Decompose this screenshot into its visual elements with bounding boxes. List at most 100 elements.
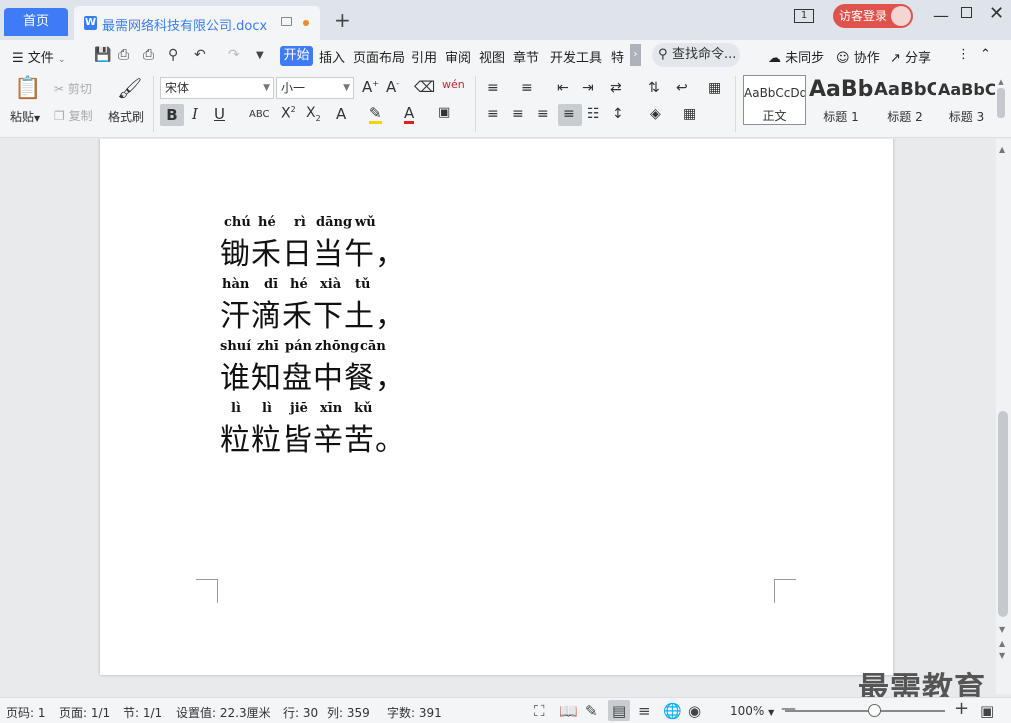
phonetic-guide-icon[interactable]: wén [442, 78, 465, 91]
status-row[interactable]: 行: 30 [283, 704, 318, 721]
clear-format-icon[interactable]: ⌫ [414, 78, 435, 96]
style-heading-1[interactable]: AaBb 标题 1 [809, 75, 873, 125]
status-page-code[interactable]: 页码: 1 [6, 704, 46, 721]
format-painter-icon[interactable]: 🖌 [117, 76, 142, 100]
share-button[interactable]: ↗ 分享 [890, 47, 931, 66]
paste-button[interactable]: 粘贴▼ [10, 108, 40, 125]
sort-icon[interactable]: ⇅ [648, 80, 660, 96]
borders-icon[interactable]: ▦ [683, 106, 696, 122]
zoom-out-icon[interactable]: — [781, 699, 796, 717]
char-border-button[interactable]: ▣ [438, 105, 450, 120]
style-heading-3[interactable]: AaBbC 标题 3 [938, 75, 995, 125]
vertical-scrollbar[interactable]: ▲ ▼ ▲ ▼ [996, 139, 1011, 694]
scroll-thumb[interactable] [998, 411, 1008, 617]
align-left-icon[interactable]: ≡ [487, 106, 499, 122]
visitor-login-button[interactable]: 访客登录 [833, 4, 913, 28]
window-count-badge[interactable]: 1 [794, 9, 814, 23]
text-effect-button[interactable]: A [336, 105, 346, 123]
bullet-list-icon[interactable]: ≡ [487, 80, 499, 96]
increase-indent-icon[interactable]: ⇥ [582, 80, 594, 96]
edit-mode-icon[interactable]: ✎ [585, 702, 598, 720]
tab-home[interactable]: 首页 [4, 8, 68, 36]
font-name-select[interactable]: 宋体 ▼ [160, 77, 274, 99]
styles-scroll[interactable]: ▲ [996, 78, 1006, 130]
line-spacing-icon[interactable]: ↕ [612, 106, 624, 122]
style-heading-2[interactable]: AaBbC 标题 2 [874, 75, 936, 125]
style-normal[interactable]: AaBbCcDd 正文 [743, 75, 806, 125]
sync-button[interactable]: ☁ 未同步 [768, 47, 824, 66]
zoom-in-icon[interactable]: + [954, 698, 969, 719]
tab-view[interactable]: 视图 [479, 47, 505, 66]
minimize-icon[interactable]: — [933, 6, 949, 25]
scroll-up-icon[interactable]: ▲ [999, 145, 1005, 154]
zoom-slider-knob[interactable] [868, 704, 881, 717]
collab-button[interactable]: ☺ 协作 [836, 47, 880, 66]
font-color-button[interactable]: A [404, 105, 415, 124]
copy-button[interactable]: ❐ 复制 [54, 107, 93, 124]
status-word-count[interactable]: 字数: 391 [387, 704, 442, 721]
highlight-button[interactable]: ✎ [369, 105, 382, 124]
shrink-font-icon[interactable]: A- [386, 78, 399, 96]
italic-button[interactable]: I [192, 105, 198, 123]
tab-start[interactable]: 开始 [280, 46, 313, 66]
eye-protection-icon[interactable]: ◉ [688, 702, 701, 720]
redo-icon[interactable]: ↷ [228, 47, 240, 63]
shading-icon[interactable]: ◈ [650, 106, 661, 122]
tab-insert[interactable]: 插入 [319, 47, 345, 66]
next-page-icon[interactable]: ▼ [999, 651, 1005, 660]
new-tab-icon[interactable]: + [334, 8, 351, 32]
monitor-icon[interactable] [281, 17, 292, 26]
status-col[interactable]: 列: 359 [327, 704, 370, 721]
outline-view-icon[interactable]: ≡ [638, 702, 651, 720]
paste-icon[interactable]: 📋 [14, 76, 41, 101]
distributed-icon[interactable]: ☷ [587, 106, 600, 122]
status-section[interactable]: 节: 1/1 [123, 704, 162, 721]
table-grid-icon[interactable]: ▦ [708, 80, 721, 96]
scroll-down-icon[interactable]: ▼ [999, 625, 1005, 634]
file-menu[interactable]: ☰ 文件 ⌄ [12, 47, 66, 66]
subscript-button[interactable]: X2 [306, 105, 321, 123]
format-painter-button[interactable]: 格式刷 [108, 108, 144, 125]
undo-icon[interactable]: ↶ [194, 47, 206, 63]
quick-access-dropdown-icon[interactable]: ▼ [256, 50, 264, 61]
tab-page-layout[interactable]: 页面布局 [353, 47, 405, 66]
status-page[interactable]: 页面: 1/1 [59, 704, 110, 721]
justify-icon[interactable]: ≡ [563, 106, 575, 122]
align-right-icon[interactable]: ≡ [537, 106, 549, 122]
align-center-icon[interactable]: ≡ [512, 106, 524, 122]
grow-font-icon[interactable]: A+ [362, 78, 379, 96]
text-direction-icon[interactable]: ⇄ [610, 80, 622, 96]
maximize-icon[interactable] [961, 7, 972, 18]
more-options-icon[interactable]: ⋮ [957, 47, 970, 62]
command-search[interactable]: ⚲ 查找命令... [652, 43, 740, 67]
reading-mode-icon[interactable]: 📖 [559, 702, 578, 720]
page-view-icon[interactable]: ▤ [612, 702, 626, 720]
superscript-button[interactable]: X2 [281, 105, 296, 122]
status-setting[interactable]: 设置值: 22.3厘米 [176, 704, 271, 721]
numbered-list-icon[interactable]: ≡ [521, 80, 533, 96]
bold-button[interactable]: B [160, 104, 184, 126]
tab-references[interactable]: 引用 [411, 47, 437, 66]
fit-page-icon[interactable]: ▣ [980, 702, 994, 720]
close-icon[interactable]: ✕ [989, 3, 1004, 24]
web-view-icon[interactable]: 🌐 [663, 702, 682, 720]
strikethrough-button[interactable]: ABC [249, 109, 270, 120]
document-page[interactable]: chú hé rì dāng wǔ 锄禾日当午， hàn dī hé xià t… [100, 139, 893, 675]
export-pdf-icon[interactable]: ⎙ [118, 47, 129, 63]
show-marks-icon[interactable]: ↩ [676, 80, 688, 96]
decrease-indent-icon[interactable]: ⇤ [557, 80, 569, 96]
prev-page-icon[interactable]: ▲ [999, 639, 1005, 648]
tab-developer[interactable]: 开发工具 [550, 47, 602, 66]
print-preview-icon[interactable]: ⚲ [168, 47, 178, 63]
tab-document[interactable]: W 最需网络科技有限公司.docx [74, 6, 320, 40]
tab-scroll-right-icon[interactable]: › [630, 44, 641, 66]
tab-review[interactable]: 审阅 [445, 47, 471, 66]
fullscreen-icon[interactable]: ⛶ [534, 702, 545, 720]
collapse-ribbon-icon[interactable]: ⌃ [980, 47, 991, 62]
styles-scroll-thumb[interactable] [997, 88, 1005, 118]
tab-chapter[interactable]: 章节 [513, 47, 539, 66]
cut-button[interactable]: ✂ 剪切 [54, 80, 92, 97]
zoom-level[interactable]: 100% ▼ [730, 704, 774, 718]
font-size-select[interactable]: 小一 ▼ [276, 77, 354, 99]
save-icon[interactable]: 💾 [94, 47, 111, 63]
